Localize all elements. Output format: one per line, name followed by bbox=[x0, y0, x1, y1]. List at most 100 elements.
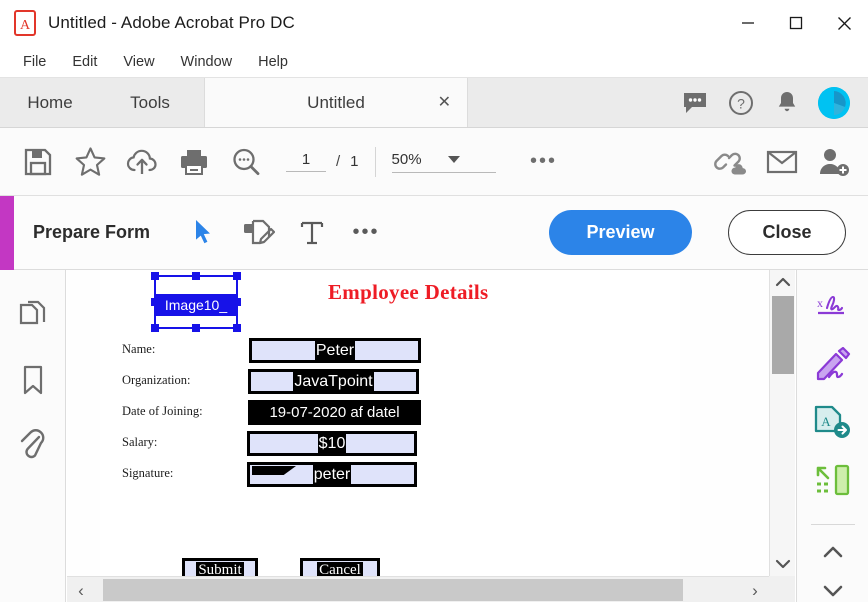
help-icon[interactable]: ? bbox=[726, 88, 756, 118]
chevron-down-icon[interactable] bbox=[447, 155, 460, 163]
horizontal-scrollbar[interactable]: ‹ › bbox=[67, 576, 769, 602]
preview-button[interactable]: Preview bbox=[549, 210, 692, 255]
form-row-signature: Signature: peter bbox=[100, 462, 680, 492]
chevron-left-scroll-icon: ‹ bbox=[78, 580, 84, 600]
scroll-left-button[interactable]: ‹ bbox=[67, 577, 95, 602]
rail-collapse-up-button[interactable] bbox=[813, 541, 853, 564]
form-field-signature[interactable]: peter bbox=[247, 462, 417, 487]
tab-document-label: Untitled bbox=[307, 92, 365, 112]
scroll-up-button[interactable] bbox=[770, 270, 795, 294]
vertical-scrollbar[interactable] bbox=[769, 270, 795, 576]
compress-pdf-icon[interactable] bbox=[809, 460, 857, 502]
close-button[interactable] bbox=[820, 0, 868, 46]
tab-document-untitled[interactable]: Untitled ✕ bbox=[204, 78, 468, 127]
tab-bar-actions: ? bbox=[680, 78, 860, 128]
rail-collapse-down-button[interactable] bbox=[813, 579, 853, 602]
form-field-image10-selected[interactable]: Image10_ bbox=[151, 272, 241, 332]
title-bar: A Untitled - Adobe Acrobat Pro DC bbox=[0, 0, 868, 46]
scroll-down-button[interactable] bbox=[770, 552, 795, 576]
close-form-button[interactable]: Close bbox=[728, 210, 846, 255]
add-field-tool[interactable] bbox=[234, 210, 282, 256]
menu-edit[interactable]: Edit bbox=[59, 51, 110, 73]
svg-text:A: A bbox=[20, 18, 31, 33]
select-pointer-tool[interactable] bbox=[180, 210, 228, 256]
resize-handle-middle-right[interactable] bbox=[233, 298, 241, 306]
prepare-form-toolbar: Prepare Form ••• Preview Close bbox=[0, 196, 868, 270]
save-icon[interactable] bbox=[12, 136, 64, 188]
page-navigator: / 1 bbox=[286, 151, 359, 172]
menu-view[interactable]: View bbox=[110, 51, 167, 73]
resize-handle-top-left[interactable] bbox=[151, 272, 159, 280]
menu-help[interactable]: Help bbox=[245, 51, 301, 73]
add-person-icon[interactable] bbox=[808, 136, 860, 188]
bookmarks-icon[interactable] bbox=[13, 360, 53, 400]
attachments-icon[interactable] bbox=[13, 424, 53, 464]
user-avatar[interactable] bbox=[818, 87, 850, 119]
svg-text:?: ? bbox=[737, 96, 745, 112]
zoom-selector[interactable]: 50% bbox=[391, 150, 496, 173]
menu-file[interactable]: File bbox=[10, 51, 59, 73]
toolbar-more-button[interactable]: ••• bbox=[518, 136, 570, 188]
resize-handle-middle-left[interactable] bbox=[151, 298, 159, 306]
scroll-right-button[interactable]: › bbox=[741, 577, 769, 602]
comment-icon[interactable] bbox=[680, 88, 710, 118]
minimize-button[interactable] bbox=[724, 0, 772, 46]
page-thumbnails-icon[interactable] bbox=[13, 296, 53, 336]
main-toolbar: / 1 50% ••• bbox=[0, 128, 868, 196]
form-field-date-of-joining-value: 19-07-2020 af datel bbox=[269, 404, 400, 421]
tab-bar: Home Tools Untitled ✕ ? bbox=[0, 78, 868, 128]
share-link-icon[interactable] bbox=[704, 136, 756, 188]
tab-tools[interactable]: Tools bbox=[100, 78, 200, 127]
svg-text:A: A bbox=[821, 414, 831, 429]
maximize-icon bbox=[789, 16, 803, 30]
label-organization: Organization: bbox=[122, 373, 191, 387]
form-row-organization: Organization: JavaTpoint bbox=[100, 369, 680, 399]
menu-window[interactable]: Window bbox=[168, 51, 246, 73]
vertical-scrollbar-thumb[interactable] bbox=[772, 296, 794, 374]
rail-divider bbox=[810, 523, 855, 525]
resize-handle-bottom-left[interactable] bbox=[151, 324, 159, 332]
label-date-of-joining: Date of Joining: bbox=[122, 404, 203, 418]
toolbar-divider bbox=[374, 146, 376, 177]
tool-accent-bar bbox=[0, 196, 14, 270]
text-field-tool[interactable] bbox=[288, 210, 336, 256]
zoom-value: 50% bbox=[391, 150, 422, 168]
window-title: Untitled - Adobe Acrobat Pro DC bbox=[48, 13, 295, 32]
maximize-button[interactable] bbox=[772, 0, 820, 46]
email-icon[interactable] bbox=[756, 136, 808, 188]
upload-cloud-icon[interactable] bbox=[116, 136, 168, 188]
form-tools: ••• bbox=[180, 210, 390, 256]
form-field-organization[interactable]: JavaTpoint bbox=[248, 369, 419, 394]
page-separator: / bbox=[336, 153, 341, 170]
resize-handle-top-right[interactable] bbox=[233, 272, 241, 280]
prepare-form-title: Prepare Form bbox=[33, 222, 151, 242]
form-field-name[interactable]: Peter bbox=[249, 338, 421, 363]
fill-and-sign-icon[interactable]: x bbox=[809, 286, 857, 328]
search-icon[interactable] bbox=[220, 136, 272, 188]
acrobat-window: A Untitled - Adobe Acrobat Pro DC File E… bbox=[0, 0, 868, 602]
page-number-input[interactable] bbox=[286, 151, 326, 172]
form-field-salary[interactable]: $10 bbox=[247, 431, 417, 456]
resize-handle-top-center[interactable] bbox=[192, 272, 200, 280]
left-navigation-rail bbox=[0, 270, 66, 602]
more-tools[interactable]: ••• bbox=[342, 210, 390, 256]
print-icon[interactable] bbox=[168, 136, 220, 188]
notification-bell-icon[interactable] bbox=[772, 88, 802, 118]
minimize-icon bbox=[742, 22, 754, 24]
tab-close-icon[interactable]: ✕ bbox=[438, 94, 451, 111]
form-field-date-of-joining[interactable]: 19-07-2020 af datel bbox=[248, 400, 421, 425]
request-signature-icon[interactable] bbox=[809, 344, 857, 386]
tab-home[interactable]: Home bbox=[0, 78, 100, 127]
svg-text:x: x bbox=[817, 296, 823, 310]
label-signature: Signature: bbox=[122, 466, 174, 480]
export-pdf-icon[interactable]: A bbox=[809, 402, 857, 444]
form-row-name: Name: Peter bbox=[100, 338, 680, 368]
horizontal-scrollbar-thumb[interactable] bbox=[103, 579, 683, 601]
form-field-organization-value: JavaTpoint bbox=[293, 371, 374, 392]
right-tools-rail: x A bbox=[796, 270, 868, 602]
form-row-salary: Salary: $10 bbox=[100, 431, 680, 461]
resize-handle-bottom-right[interactable] bbox=[233, 324, 241, 332]
scrollbar-corner bbox=[769, 576, 795, 602]
star-icon[interactable] bbox=[64, 136, 116, 188]
resize-handle-bottom-center[interactable] bbox=[192, 324, 200, 332]
